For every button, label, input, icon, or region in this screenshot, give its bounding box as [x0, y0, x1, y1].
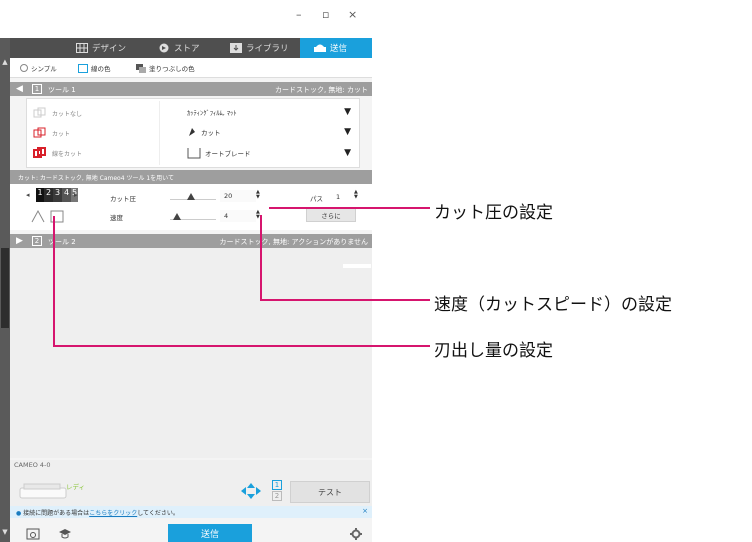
annotation-depth: 刃出し量の設定 — [434, 341, 553, 361]
callout-line-speed — [260, 215, 430, 301]
callout-line-depth — [53, 216, 430, 347]
callout-lines — [53, 207, 430, 347]
annotation-force: カット圧の設定 — [434, 203, 553, 223]
annotation-speed: 速度（カットスピード）の設定 — [434, 295, 672, 315]
